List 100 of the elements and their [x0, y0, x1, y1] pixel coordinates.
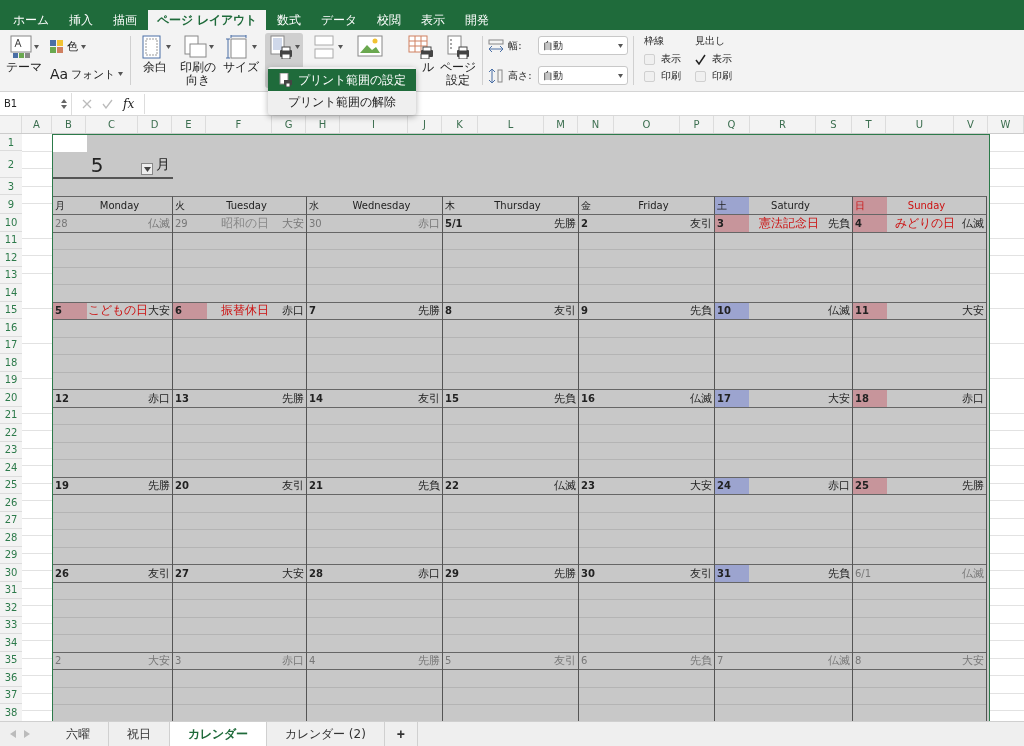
- rokuyo-label: 友引: [554, 303, 577, 319]
- menu-item[interactable]: プリント範囲の設定: [268, 69, 416, 91]
- column-header[interactable]: G: [272, 116, 306, 133]
- rokuyo-label: 友引: [282, 478, 305, 494]
- rokuyo-label: 赤口: [418, 565, 441, 581]
- fonts-button[interactable]: Aa フォント: [48, 64, 126, 84]
- date-cell-text: 2: [580, 216, 589, 231]
- sheet-tab[interactable]: カレンダー (2): [267, 722, 385, 746]
- rokuyo-label: 大安: [148, 653, 171, 669]
- holiday-name: 昭和の日: [219, 214, 270, 232]
- column-header[interactable]: P: [680, 116, 714, 133]
- height-arrow-icon: [488, 67, 505, 84]
- colors-button[interactable]: 色: [48, 37, 126, 56]
- ribbon-tab[interactable]: 数式: [268, 10, 311, 30]
- ribbon-tab[interactable]: 開発: [456, 10, 499, 30]
- date-cell-text: 8: [444, 304, 453, 319]
- caret-icon: [118, 72, 124, 76]
- rokuyo-label: 大安: [282, 565, 305, 581]
- rokuyo-label: 大安: [828, 390, 851, 406]
- date-cell-text: 19: [54, 479, 70, 494]
- date-cell-text: 15: [444, 391, 460, 406]
- ribbon-tab[interactable]: 描画: [104, 10, 146, 30]
- rokuyo-label: 先勝: [148, 478, 171, 494]
- ribbon-tab[interactable]: 挿入: [60, 10, 102, 30]
- rokuyo-label: 先負: [418, 478, 441, 494]
- column-header[interactable]: K: [442, 116, 478, 133]
- ribbon-button[interactable]: サイズ: [222, 33, 261, 88]
- rokuyo-label: 友引: [418, 390, 441, 406]
- weekday-name: Sunday: [906, 200, 947, 211]
- sheet-tab[interactable]: 六曜: [48, 722, 109, 746]
- ribbon-tab[interactable]: 表示: [412, 10, 455, 30]
- column-header[interactable]: Q: [714, 116, 750, 133]
- rokuyo-label: 大安: [962, 653, 985, 669]
- ribbon-button[interactable]: 印刷の 向き: [179, 33, 218, 88]
- holiday-name: みどりの日: [893, 214, 956, 232]
- caret-icon: [81, 44, 86, 49]
- rokuyo-label: 友引: [690, 215, 713, 231]
- column-header[interactable]: F: [206, 116, 272, 133]
- cancel-icon[interactable]: [82, 98, 92, 109]
- column-header[interactable]: S: [816, 116, 852, 133]
- column-header[interactable]: B: [52, 116, 86, 133]
- column-header[interactable]: J: [408, 116, 442, 133]
- date-cell-text: 3: [174, 654, 183, 669]
- scale-dropdown[interactable]: 自動: [538, 36, 629, 55]
- column-header[interactable]: O: [614, 116, 680, 133]
- weekday-kanji: 金: [580, 198, 592, 213]
- date-cell: 3: [715, 215, 749, 232]
- date-cell: 31: [715, 565, 749, 582]
- column-header[interactable]: U: [886, 116, 954, 133]
- next-sheet-icon[interactable]: [24, 730, 30, 738]
- date-cell-text: 6: [580, 654, 589, 669]
- date-cell-text: 13: [174, 391, 190, 406]
- date-cell-text: 5: [444, 654, 453, 669]
- column-header[interactable]: C: [86, 116, 138, 133]
- add-sheet-button[interactable]: +: [384, 722, 418, 746]
- ribbon-button[interactable]: ページ 設定: [439, 33, 478, 88]
- date-cell-text: 12: [54, 391, 70, 406]
- function-button[interactable]: fx: [123, 96, 135, 111]
- rokuyo-label: 大安: [690, 478, 713, 494]
- rokuyo-label: 赤口: [418, 215, 441, 231]
- sheet-tab[interactable]: カレンダー: [170, 722, 267, 746]
- selected-cell[interactable]: [53, 135, 87, 152]
- ribbon-tab[interactable]: データ: [312, 10, 367, 30]
- column-header[interactable]: D: [138, 116, 172, 133]
- theme-icon: [9, 35, 32, 59]
- ribbon-tab[interactable]: 校閲: [368, 10, 411, 30]
- column-header[interactable]: I: [340, 116, 408, 133]
- date-cell-text: 26: [54, 566, 70, 581]
- ribbon-button[interactable]: 余白: [136, 33, 175, 88]
- column-header[interactable]: A: [22, 116, 52, 133]
- ribbon-tab[interactable]: ホーム: [4, 10, 58, 30]
- month-dropdown[interactable]: [141, 163, 153, 175]
- column-header[interactable]: N: [578, 116, 614, 133]
- rokuyo-label: 仏滅: [828, 653, 851, 669]
- date-cell-text: 22: [444, 479, 460, 494]
- font-glyph: Aa: [50, 66, 69, 82]
- date-cell-text: 30: [308, 216, 323, 231]
- menu-item[interactable]: プリント範囲の解除: [268, 91, 416, 113]
- rokuyo-label: 大安: [148, 303, 171, 319]
- themes-button[interactable]: テーマ: [5, 33, 43, 88]
- column-header[interactable]: M: [544, 116, 578, 133]
- column-header[interactable]: V: [954, 116, 988, 133]
- column-header[interactable]: R: [750, 116, 816, 133]
- date-cell-text: 29: [174, 216, 189, 231]
- column-header[interactable]: L: [478, 116, 544, 133]
- name-box[interactable]: B1: [0, 92, 72, 115]
- check-icon[interactable]: [102, 98, 113, 109]
- checkbox-label: 印刷: [712, 69, 733, 83]
- checkbox-label: 表示: [712, 52, 733, 66]
- column-header[interactable]: W: [988, 116, 1024, 133]
- rokuyo-label: 仏滅: [962, 215, 985, 231]
- column-header[interactable]: T: [852, 116, 886, 133]
- rokuyo-label: 先負: [690, 303, 713, 319]
- column-header[interactable]: H: [306, 116, 340, 133]
- column-header[interactable]: E: [172, 116, 206, 133]
- rokuyo-label: 仏滅: [962, 565, 985, 581]
- previous-sheet-icon[interactable]: [10, 730, 16, 738]
- checkbox[interactable]: [695, 53, 707, 65]
- scale-dropdown[interactable]: 自動: [538, 66, 629, 85]
- ribbon-tab[interactable]: ページ レイアウト: [148, 10, 267, 30]
